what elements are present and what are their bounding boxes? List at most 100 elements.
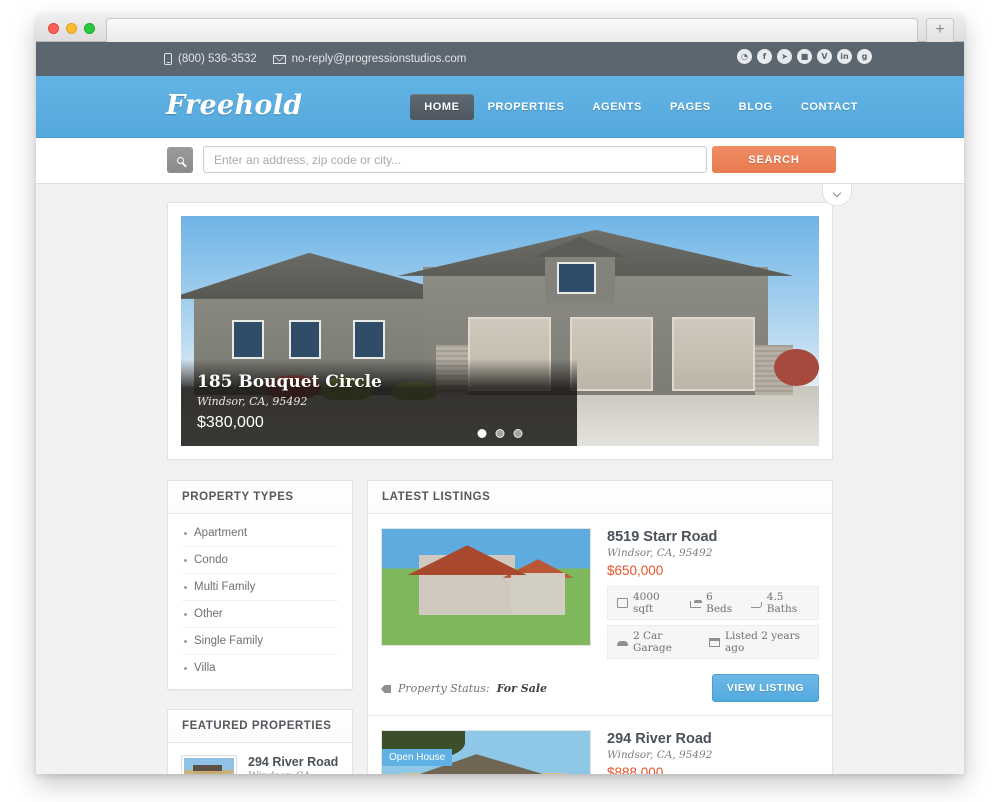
area-icon bbox=[617, 598, 628, 608]
window-close-button[interactable] bbox=[48, 23, 59, 34]
listing-address: Windsor, CA, 95492 bbox=[607, 749, 713, 761]
phone-icon bbox=[164, 53, 172, 65]
main-navigation: HOME PROPERTIES AGENTS PAGES BLOG CONTAC… bbox=[410, 94, 872, 120]
browser-titlebar: + bbox=[36, 14, 964, 42]
spec-listed: Listed 2 years ago bbox=[709, 630, 809, 654]
listing-photo[interactable]: Open House bbox=[381, 730, 591, 774]
calendar-icon bbox=[709, 637, 720, 647]
blogger-icon[interactable]: ■ bbox=[797, 49, 812, 64]
listing-item: Open House 294 River Road Windsor, CA, 9… bbox=[368, 716, 832, 774]
bath-icon bbox=[750, 601, 762, 608]
search-button[interactable]: SEARCH bbox=[712, 146, 836, 173]
nav-item-home[interactable]: HOME bbox=[410, 94, 474, 120]
featured-properties-panel: FEATURED PROPERTIES 294 River Road Winds… bbox=[167, 709, 353, 774]
nav-item-blog[interactable]: BLOG bbox=[725, 94, 787, 120]
listing-details: 294 River Road Windsor, CA, 95492 $888,0… bbox=[607, 730, 819, 774]
listing-footer: Property Status: For Sale VIEW LISTING bbox=[368, 664, 832, 716]
slider-dot-2[interactable] bbox=[495, 429, 505, 438]
bullet-icon bbox=[184, 612, 187, 616]
property-type-apartment[interactable]: Apartment bbox=[182, 520, 338, 547]
view-listing-button[interactable]: VIEW LISTING bbox=[711, 674, 819, 702]
search-icon[interactable] bbox=[167, 147, 193, 173]
listing-specs-row: 4000 sqft 6 Beds 4.5 Baths bbox=[607, 586, 819, 620]
google-plus-icon[interactable]: g bbox=[857, 49, 872, 64]
listing-title[interactable]: 294 River Road bbox=[607, 731, 819, 747]
search-input[interactable] bbox=[203, 146, 707, 173]
property-type-label: Other bbox=[194, 608, 223, 620]
rss-icon[interactable]: ◔ bbox=[737, 49, 752, 64]
property-type-single-family[interactable]: Single Family bbox=[182, 628, 338, 655]
spec-garage-text: 2 Car Garage bbox=[633, 630, 672, 654]
property-type-villa[interactable]: Villa bbox=[182, 655, 338, 681]
bullet-icon bbox=[184, 531, 187, 535]
featured-title: 294 River Road bbox=[248, 755, 339, 769]
listing-photo[interactable] bbox=[381, 528, 591, 646]
slider-dot-3[interactable] bbox=[513, 429, 523, 438]
spec-garage: 2 Car Garage bbox=[617, 630, 694, 654]
listing-price: $650,000 bbox=[607, 563, 664, 578]
nav-item-pages[interactable]: PAGES bbox=[656, 94, 725, 120]
browser-tab[interactable] bbox=[106, 18, 918, 42]
spec-beds-text: 6 Beds bbox=[706, 591, 733, 615]
slider-pagination bbox=[477, 429, 523, 438]
site-header: Freehold HOME PROPERTIES AGENTS PAGES BL… bbox=[36, 76, 964, 138]
email-contact[interactable]: no-reply@progressionstudios.com bbox=[272, 53, 466, 65]
linkedin-icon[interactable]: in bbox=[837, 49, 852, 64]
tag-icon bbox=[381, 685, 391, 693]
featured-properties-title: FEATURED PROPERTIES bbox=[168, 710, 352, 743]
window-minimize-button[interactable] bbox=[66, 23, 77, 34]
phone-contact[interactable]: (800) 536-3532 bbox=[164, 53, 257, 65]
latest-listings-panel: LATEST LISTINGS 8519 Starr Road Windsor,… bbox=[367, 480, 833, 774]
listing-title[interactable]: 8519 Starr Road bbox=[607, 529, 819, 545]
spec-baths-text: 4.5 Baths bbox=[766, 591, 798, 615]
listing-price: $888,000 bbox=[607, 765, 664, 774]
spec-area: 4000 sqft bbox=[617, 591, 675, 615]
utility-bar: (800) 536-3532 no-reply@progressionstudi… bbox=[36, 42, 964, 76]
listing-specs-row: 2 Car Garage Listed 2 years ago bbox=[607, 625, 819, 659]
bed-icon bbox=[690, 600, 703, 608]
spec-listed-text: Listed 2 years ago bbox=[725, 630, 801, 654]
vimeo-icon[interactable]: V bbox=[817, 49, 832, 64]
spec-baths: 4.5 Baths bbox=[750, 591, 809, 615]
phone-number: (800) 536-3532 bbox=[178, 53, 257, 65]
featured-address: Windsor, CA, 95492 bbox=[248, 771, 339, 774]
property-type-multi-family[interactable]: Multi Family bbox=[182, 574, 338, 601]
listing-address: Windsor, CA, 95492 bbox=[607, 547, 713, 559]
hero-slider: 185 Bouquet Circle Windsor, CA, 95492 $3… bbox=[167, 202, 833, 460]
browser-window: + (800) 536-3532 no-reply@progressionstu… bbox=[36, 14, 964, 774]
property-type-label: Single Family bbox=[194, 635, 264, 647]
envelope-icon bbox=[272, 54, 286, 64]
hero-address: Windsor, CA, 95492 bbox=[197, 395, 308, 408]
property-type-other[interactable]: Other bbox=[182, 601, 338, 628]
hero-property-image[interactable]: 185 Bouquet Circle Windsor, CA, 95492 $3… bbox=[181, 216, 819, 446]
new-tab-button[interactable]: + bbox=[926, 18, 954, 42]
slider-dot-1[interactable] bbox=[477, 429, 487, 438]
twitter-icon[interactable]: ➤ bbox=[777, 49, 792, 64]
property-type-label: Apartment bbox=[194, 527, 248, 539]
page-viewport: (800) 536-3532 no-reply@progressionstudi… bbox=[36, 42, 964, 774]
open-house-badge: Open House bbox=[382, 749, 453, 766]
status-value: For Sale bbox=[496, 681, 548, 695]
listing-item: 8519 Starr Road Windsor, CA, 95492 $650,… bbox=[368, 514, 832, 664]
spec-area-text: 4000 sqft bbox=[633, 591, 660, 615]
bullet-icon bbox=[184, 585, 187, 589]
property-type-label: Condo bbox=[194, 554, 228, 566]
property-type-label: Multi Family bbox=[194, 581, 256, 593]
nav-item-agents[interactable]: AGENTS bbox=[579, 94, 656, 120]
property-type-condo[interactable]: Condo bbox=[182, 547, 338, 574]
hero-title: 185 Bouquet Circle bbox=[197, 372, 382, 392]
nav-item-properties[interactable]: PROPERTIES bbox=[474, 94, 579, 120]
nav-item-contact[interactable]: CONTACT bbox=[787, 94, 872, 120]
car-icon bbox=[617, 641, 628, 646]
featured-property-item[interactable]: 294 River Road Windsor, CA, 95492 $888,0… bbox=[168, 743, 352, 774]
facebook-icon[interactable]: f bbox=[757, 49, 772, 64]
contact-info: (800) 536-3532 no-reply@progressionstudi… bbox=[164, 42, 466, 76]
property-type-label: Villa bbox=[194, 662, 216, 674]
featured-details: 294 River Road Windsor, CA, 95492 $888,0… bbox=[248, 755, 339, 774]
bullet-icon bbox=[184, 666, 187, 670]
property-types-list: Apartment Condo Multi Family Other Singl… bbox=[168, 514, 352, 689]
featured-thumbnail bbox=[181, 755, 237, 774]
site-logo[interactable]: Freehold bbox=[166, 90, 302, 121]
spec-beds: 6 Beds bbox=[690, 591, 736, 615]
window-maximize-button[interactable] bbox=[84, 23, 95, 34]
